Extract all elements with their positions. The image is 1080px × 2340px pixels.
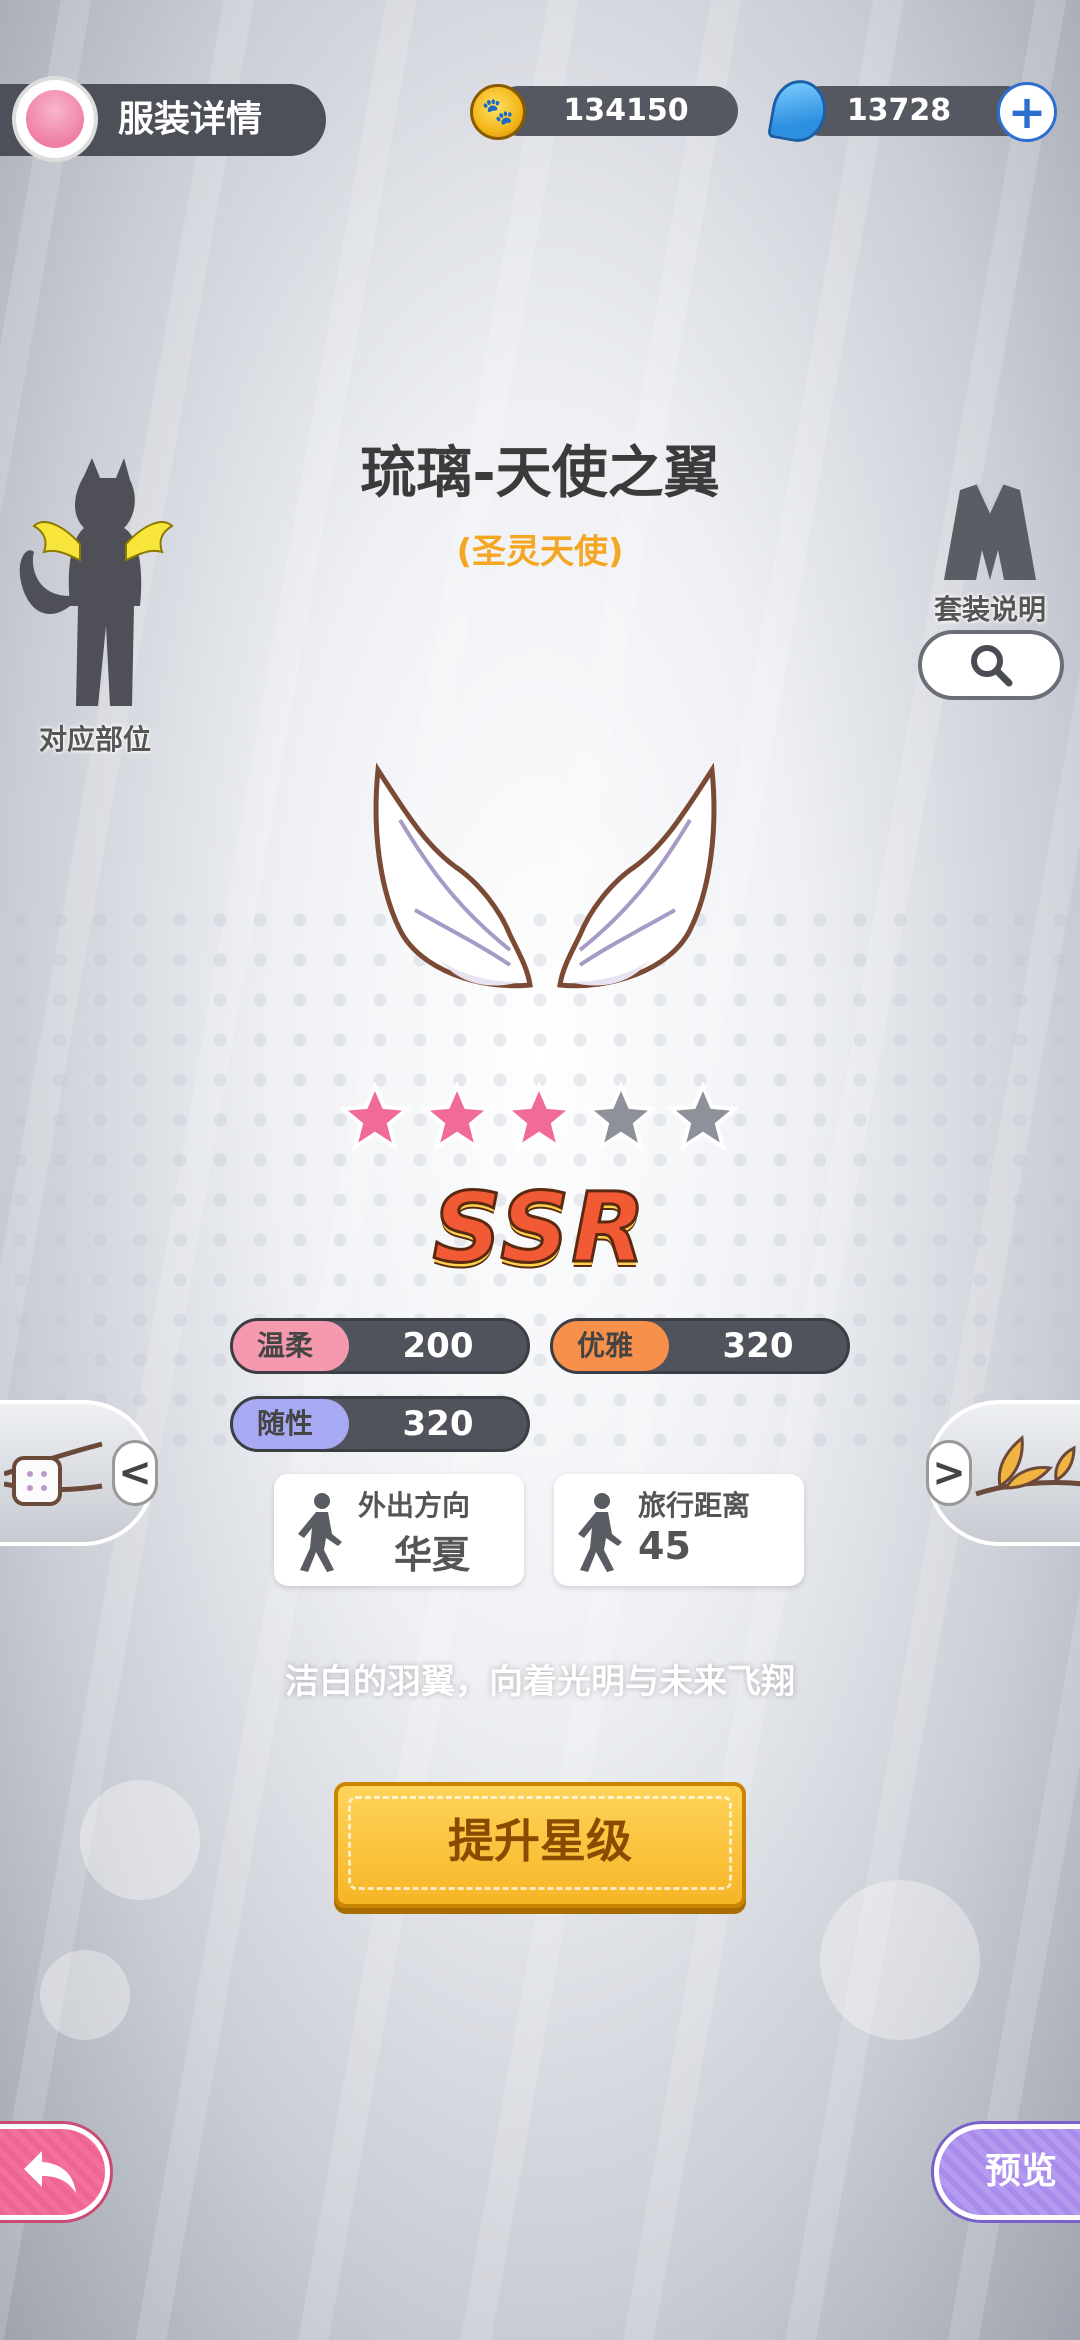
walking-person-icon — [578, 1493, 622, 1572]
angel-wings-item-image — [373, 762, 717, 989]
avatar[interactable] — [12, 76, 98, 162]
upgrade-star-label: 提升星级 — [448, 1814, 632, 1868]
suit-description-label: 套装说明 — [933, 593, 1046, 626]
search-icon — [971, 645, 1013, 687]
upgrade-star-button[interactable]: 提升星级 — [334, 1782, 746, 1908]
paw-coin-icon: 🐾 — [470, 84, 526, 140]
coin-balance: 134150 — [494, 86, 738, 136]
gem-count: 13728 — [846, 93, 952, 128]
previous-item-panel[interactable]: < — [0, 1400, 158, 1546]
back-button[interactable] — [0, 2124, 110, 2220]
bokeh-decoration — [80, 1780, 200, 1900]
body-part-icon[interactable] — [14, 456, 174, 716]
attribute-name: 随性 — [233, 1399, 349, 1449]
preview-button[interactable]: 预览 — [934, 2124, 1080, 2220]
travel-distance-card: 旅行距离 45 — [554, 1474, 804, 1586]
attribute-casual: 随性 320 — [230, 1396, 530, 1452]
suit-search-button[interactable] — [918, 630, 1064, 700]
body-part-label: 对应部位 — [38, 723, 151, 756]
attribute-value: 320 — [402, 1404, 474, 1444]
travel-distance-value: 45 — [638, 1524, 691, 1568]
star-empty-icon — [586, 1082, 656, 1152]
star-filled-icon — [504, 1082, 574, 1152]
bokeh-decoration — [40, 1950, 130, 2040]
travel-distance-label: 旅行距离 — [638, 1489, 751, 1522]
star-filled-icon — [340, 1082, 410, 1152]
attribute-gentle: 温柔 200 — [230, 1318, 530, 1374]
star-filled-icon — [422, 1082, 492, 1152]
attribute-elegant: 优雅 320 — [550, 1318, 850, 1374]
travel-direction-value: 华夏 — [394, 1533, 471, 1577]
attribute-value: 200 — [402, 1326, 474, 1366]
travel-direction-label: 外出方向 — [358, 1489, 471, 1522]
eyepatch-item-icon — [4, 1441, 103, 1506]
attribute-name: 优雅 — [553, 1321, 669, 1371]
laurel-headband-icon — [975, 1435, 1080, 1497]
next-item-panel[interactable]: > — [926, 1400, 1080, 1546]
next-item-button[interactable]: > — [926, 1440, 972, 1506]
bokeh-decoration — [820, 1880, 980, 2040]
previous-item-button[interactable]: < — [112, 1440, 158, 1506]
walking-person-icon — [298, 1493, 342, 1572]
rarity-badge: SSR — [431, 1171, 648, 1286]
suit-outfit-icon[interactable] — [940, 480, 1040, 585]
star-rating — [340, 1082, 740, 1152]
attribute-name: 温柔 — [233, 1321, 349, 1371]
travel-direction-card: 外出方向 华夏 — [274, 1474, 524, 1586]
back-arrow-icon — [24, 2151, 76, 2193]
coin-count: 134150 — [563, 93, 689, 128]
attribute-value: 320 — [722, 1326, 794, 1366]
item-description: 洁白的羽翼，向着光明与未来飞翔 — [285, 1662, 795, 1702]
star-empty-icon — [668, 1082, 738, 1152]
page-title: 服装详情 — [118, 99, 263, 140]
add-gems-button[interactable]: + — [997, 82, 1057, 142]
